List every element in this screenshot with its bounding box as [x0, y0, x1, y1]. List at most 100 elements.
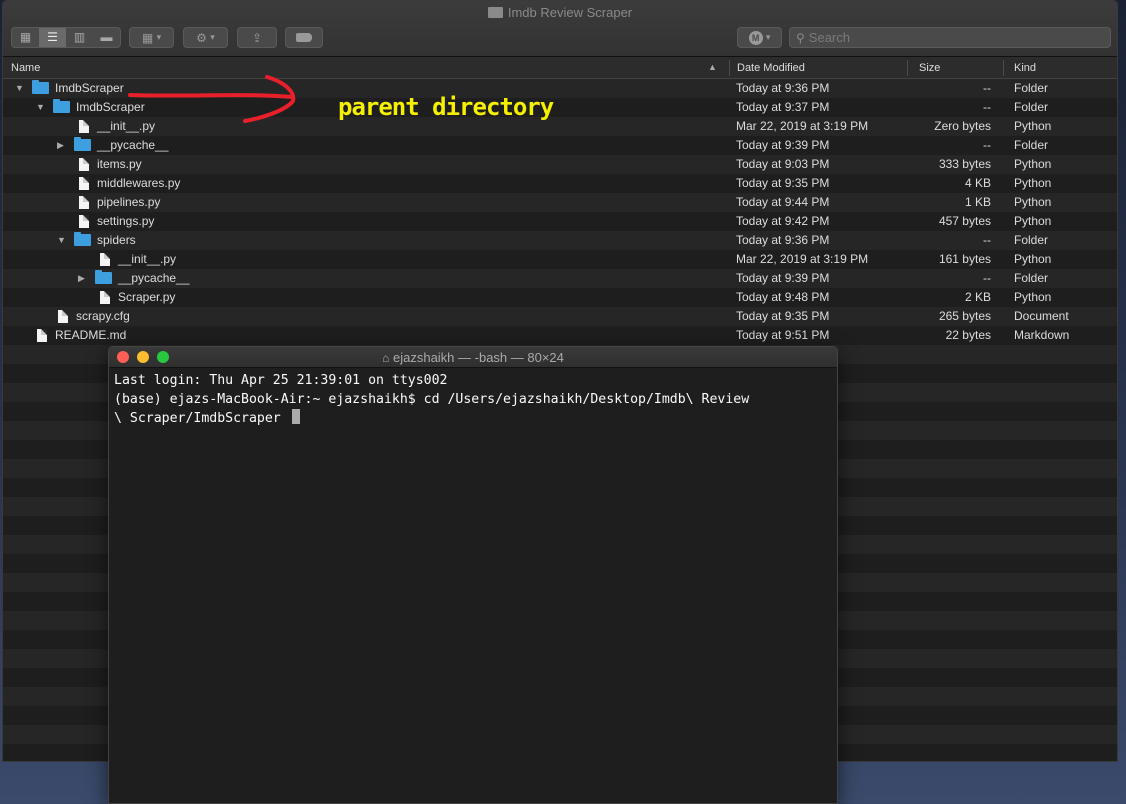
- folder-icon: [74, 137, 91, 151]
- file-row[interactable]: middlewares.py Today at 9:35 PM 4 KB Python: [3, 174, 1117, 193]
- file-row[interactable]: ▼ spiders Today at 9:36 PM -- Folder: [3, 231, 1117, 250]
- file-date-modified: Today at 9:39 PM: [736, 271, 830, 285]
- file-size: 161 bytes: [938, 252, 991, 266]
- column-divider[interactable]: [729, 60, 730, 76]
- file-row[interactable]: Scraper.py Today at 9:48 PM 2 KB Python: [3, 288, 1117, 307]
- search-field[interactable]: ⚲: [789, 27, 1111, 48]
- column-divider[interactable]: [1003, 60, 1004, 76]
- annotation-label: parent directory: [338, 93, 554, 121]
- grid-icon: ▦: [141, 30, 154, 45]
- file-date-modified: Today at 9:37 PM: [736, 100, 830, 114]
- file-name: middlewares.py: [97, 176, 181, 190]
- file-kind: Folder: [1014, 233, 1049, 247]
- column-date-modified[interactable]: Date Modified: [737, 62, 805, 74]
- disclosure-expanded-icon[interactable]: ▼: [57, 231, 66, 250]
- file-size: 457 bytes: [938, 214, 991, 228]
- file-name: ImdbScraper: [55, 81, 124, 95]
- file-name: Scraper.py: [118, 290, 176, 304]
- terminal-titlebar: ⌂ ejazshaikh — -bash — 80×24: [109, 347, 837, 368]
- share-button[interactable]: ⇪: [237, 27, 277, 48]
- file-date-modified: Mar 22, 2019 at 3:19 PM: [736, 119, 869, 133]
- file-kind: Python: [1014, 157, 1052, 171]
- document-icon: [58, 310, 68, 323]
- file-row[interactable]: ▶ __pycache__ Today at 9:39 PM -- Folder: [3, 136, 1117, 155]
- document-icon: [79, 120, 89, 133]
- disclosure-expanded-icon[interactable]: ▼: [15, 79, 24, 98]
- action-button[interactable]: ⚙ ▾: [183, 27, 228, 48]
- terminal-window[interactable]: ⌂ ejazshaikh — -bash — 80×24 Last login:…: [108, 346, 838, 804]
- disclosure-expanded-icon[interactable]: ▼: [36, 98, 45, 117]
- document-icon: [79, 196, 89, 209]
- sort-ascending-icon: ▲: [708, 62, 717, 72]
- tag-icon: [296, 33, 312, 42]
- file-kind: Folder: [1014, 81, 1049, 95]
- dropbox-button[interactable]: M ▾: [737, 27, 782, 48]
- disclosure-collapsed-icon[interactable]: ▶: [78, 269, 85, 288]
- search-icon: ⚲: [796, 30, 805, 45]
- file-kind: Python: [1014, 176, 1052, 190]
- file-kind: Python: [1014, 195, 1052, 209]
- column-view-icon[interactable]: ▥: [66, 28, 93, 47]
- file-size: 333 bytes: [938, 157, 991, 171]
- column-divider[interactable]: [907, 60, 908, 76]
- terminal-prompt-line: \ Scraper/ImdbScraper: [114, 409, 832, 429]
- file-size: --: [983, 233, 991, 247]
- file-size: Zero bytes: [934, 119, 991, 133]
- background-window-edge: [1118, 76, 1126, 376]
- list-view-icon[interactable]: ☰: [39, 28, 66, 47]
- column-name[interactable]: Name: [11, 62, 40, 74]
- file-kind: Markdown: [1014, 328, 1070, 342]
- disclosure-collapsed-icon[interactable]: ▶: [57, 136, 64, 155]
- group-by-button[interactable]: ▦ ▾: [129, 27, 174, 48]
- file-kind: Folder: [1014, 138, 1049, 152]
- search-input[interactable]: [808, 30, 1089, 45]
- folder-icon: [32, 80, 49, 94]
- terminal-line: \ Scraper/ImdbScraper: [114, 411, 289, 426]
- file-date-modified: Today at 9:42 PM: [736, 214, 830, 228]
- file-date-modified: Today at 9:36 PM: [736, 81, 830, 95]
- chevron-down-icon: ▾: [210, 32, 215, 42]
- terminal-line: Last login: Thu Apr 25 21:39:01 on ttys0…: [114, 373, 448, 388]
- file-row[interactable]: settings.py Today at 9:42 PM 457 bytes Pyth…: [3, 212, 1117, 231]
- file-size: 22 bytes: [945, 328, 991, 342]
- file-date-modified: Today at 9:36 PM: [736, 233, 830, 247]
- folder-icon: [95, 270, 112, 284]
- file-date-modified: Today at 9:51 PM: [736, 328, 830, 342]
- file-kind: Python: [1014, 119, 1052, 133]
- document-icon: [79, 158, 89, 171]
- file-date-modified: Mar 22, 2019 at 3:19 PM: [736, 252, 869, 266]
- chevron-down-icon: ▾: [765, 32, 771, 42]
- gallery-view-icon[interactable]: ▬: [93, 28, 120, 47]
- file-row[interactable]: pipelines.py Today at 9:44 PM 1 KB Python: [3, 193, 1117, 212]
- file-size: 4 KB: [964, 176, 991, 190]
- column-size[interactable]: Size: [919, 62, 940, 74]
- icon-view-icon[interactable]: ▦: [12, 28, 39, 47]
- file-name: settings.py: [97, 214, 155, 228]
- annotation-arrow: [128, 75, 296, 123]
- file-date-modified: Today at 9:39 PM: [736, 138, 830, 152]
- file-size: --: [983, 271, 991, 285]
- file-row[interactable]: scrapy.cfg Today at 9:35 PM 265 bytes Docum…: [3, 307, 1117, 326]
- file-date-modified: Today at 9:48 PM: [736, 290, 830, 304]
- file-date-modified: Today at 9:44 PM: [736, 195, 830, 209]
- file-name: __init__.py: [118, 252, 177, 266]
- document-icon: [100, 253, 110, 266]
- document-icon: [79, 215, 89, 228]
- file-row[interactable]: README.md Today at 9:51 PM 22 bytes Markdow…: [3, 326, 1117, 345]
- file-name: __pycache__: [97, 138, 169, 152]
- file-date-modified: Today at 9:35 PM: [736, 309, 830, 323]
- dropbox-icon: M: [748, 30, 763, 45]
- file-size: --: [983, 81, 991, 95]
- file-name: spiders: [97, 233, 136, 247]
- terminal-line: (base) ejazs-MacBook-Air:~ ejazshaikh$ c…: [114, 391, 750, 407]
- window-title: Imdb Review Scraper: [3, 5, 1117, 20]
- column-kind[interactable]: Kind: [1014, 62, 1036, 74]
- terminal-output[interactable]: Last login: Thu Apr 25 21:39:01 on ttys0…: [109, 368, 837, 433]
- file-row[interactable]: ▶ __pycache__ Today at 9:39 PM -- Folder: [3, 269, 1117, 288]
- file-row[interactable]: items.py Today at 9:03 PM 333 bytes Python: [3, 155, 1117, 174]
- tags-button[interactable]: [285, 27, 323, 48]
- folder-icon: [487, 7, 503, 18]
- view-mode-control: ▦ ☰ ▥ ▬: [11, 27, 121, 48]
- file-size: 1 KB: [964, 195, 991, 209]
- file-row[interactable]: __init__.py Mar 22, 2019 at 3:19 PM 161 by…: [3, 250, 1117, 269]
